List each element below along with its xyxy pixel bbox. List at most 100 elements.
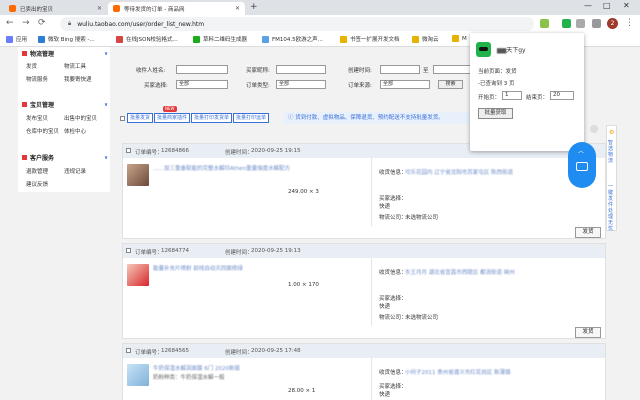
order-checkbox[interactable] [126,148,131,153]
bookmark-item[interactable]: 在线JSON校验格式... [116,35,178,43]
select-all-checkbox[interactable] [120,115,125,121]
created-time: 2020-09-25 19:13 [251,248,301,254]
product-title-link[interactable]: 能量补充片喷射 前线自动灭四面修绿 [153,266,333,273]
sidebar-link[interactable]: 发货 [26,62,37,70]
sidebar-link[interactable]: 发布宝贝 [26,114,48,122]
product-title: ……双三重垂取能的完整水解印Athen重量强度水解配方 [153,166,291,172]
recipient-name-input[interactable] [176,65,228,74]
ship-button[interactable]: 发货 [575,327,601,338]
browser-toolbar: ← → ⟳ 🔒︎ wuliu.taobao.com/user/order_lis… [0,15,640,33]
order-source-select[interactable]: 全部 [380,80,430,89]
section-icon [22,51,27,56]
buyer-choice: 快递 [379,204,391,210]
order-number-label: 订单编号： [135,250,163,256]
sidebar-link[interactable]: 建议反馈 [26,180,48,188]
order-checkbox[interactable] [126,348,131,353]
order-checkbox[interactable] [126,248,131,253]
avatar[interactable]: 2 [607,18,618,29]
price-quantity: 28.00 × 1 [288,388,316,394]
close-icon[interactable]: ✕ [235,5,240,12]
order-number-label: 订单编号： [135,150,163,156]
product-title-link[interactable]: ……双三重垂取能的完整水解印Athen重量强度水解配方 [153,166,333,173]
floating-service-widget[interactable]: ︿ [568,142,596,188]
bookmark-label: 在线JSON校验格式... [126,37,178,43]
created-time: 2020-09-25 17:48 [251,348,301,354]
buyer-choice: 快递 [379,304,391,310]
reload-icon[interactable]: ⟳ [38,18,46,28]
close-window-button[interactable]: ✕ [623,1,630,10]
back-arrow-icon[interactable]: ← [6,18,14,28]
end-page-input[interactable]: 20 [550,91,574,100]
extension-icon[interactable] [540,19,549,28]
bookmark-item[interactable]: 草料二维码生成器 [193,35,247,43]
order-number-label: 订单编号： [135,350,163,356]
price-quantity: 249.00 × 3 [288,189,319,195]
taobao-favicon-icon [9,5,16,12]
logistics-company: 未选物流公司 [405,315,439,321]
tab-sold-items[interactable]: 已卖出的宝贝 ✕ [4,2,107,15]
sidebar-link[interactable]: 体检中心 [64,127,86,135]
new-badge: NEW [163,106,177,112]
sidebar-section-service[interactable]: 客户服务 ∨ [22,153,108,162]
sidebar-link[interactable]: 我要寄快递 [64,75,92,83]
print-waybill-button[interactable]: 批量打印运单 [233,113,270,123]
buyer-select[interactable]: 全部 [176,80,228,89]
tab-strip: 已卖出的宝贝 ✕ 等待发货的订单 - 商品网 ✕ + — □ ✕ [0,0,640,15]
batch-ship-button[interactable]: 批量发货 [127,113,154,123]
order-number: 12684565 [161,348,189,354]
ship-button[interactable]: 发货 [575,227,601,238]
product-thumbnail[interactable] [127,364,149,386]
minimize-button[interactable]: — [584,1,592,10]
sidebar: 物流管理 ∨ 发货 物流工具 物流服务 我要寄快递 宝贝管理 ∨ 发布宝贝 出售中的… [18,47,110,192]
address-bar[interactable]: 🔒︎ wuliu.taobao.com/user/order_list_new.… [60,17,534,31]
new-tab-icon[interactable]: + [250,2,258,12]
sidebar-link[interactable]: 物流服务 [26,75,48,83]
order-type-select[interactable]: 全部 [276,80,326,89]
collapse-icon[interactable] [590,125,598,133]
sidebar-link[interactable]: 仓库中的宝贝 [26,127,59,135]
receiver-info: 可乐花园内 辽宁省沈阳市苏家屯区 陈西街道 [405,170,513,176]
bookmark-item[interactable]: 微软 Bing 搜索 -... [38,35,95,43]
bookmark-item[interactable]: 书签一扩展开发文档 [340,35,400,43]
product-title-link[interactable]: 牛奶保湿水解润面膜 6门 2020新版 [153,366,333,373]
sidebar-link[interactable]: 退款管理 [26,167,48,175]
start-page-input[interactable]: 1 [502,91,522,100]
bookmark-item[interactable]: FM104.5欧游之声... [262,35,323,43]
search-button[interactable]: 搜索 [438,80,463,89]
extensions-puzzle-icon[interactable] [592,19,601,28]
sidebar-section-logistics[interactable]: 物流管理 ∨ [22,49,108,58]
product-sku: 奶粉种类：牛奶保湿水解一般 [153,375,225,381]
extension-icon[interactable] [576,19,585,28]
buyer-nick-input[interactable] [276,65,326,74]
divider [371,158,372,226]
product-thumbnail[interactable] [127,264,149,286]
json-icon [116,35,123,43]
bookmark-item[interactable]: 微淘云 [412,35,439,43]
batch-plugin-button[interactable]: NEW 批量商家插件 [154,106,191,123]
bookmark-apps[interactable]: 应用 [6,35,27,43]
end-time-input[interactable] [433,65,473,74]
logistics-label: 物流公司： [379,315,407,321]
maximize-button[interactable]: □ [603,1,611,10]
sidebar-link[interactable]: 出售中的宝贝 [64,114,97,122]
taobao-favicon-icon [113,5,120,12]
close-icon[interactable]: ✕ [97,5,102,12]
print-invoice-button[interactable]: 批量打印发货单 [191,113,233,123]
gy-extension-icon[interactable] [562,19,571,28]
tab-pending-orders[interactable]: 等待发货的订单 - 商品网 ✕ [108,2,245,15]
price-quantity: 1.00 × 170 [288,282,319,288]
batch-fetch-button[interactable]: 批量获取 [478,108,513,119]
bookmark-item[interactable]: M [452,35,467,42]
section-title: 客户服务 [30,155,55,162]
product-title: 能量补充片喷射 前线自动灭四面修绿 [153,266,243,272]
side-helper-panel[interactable]: ⚙ 智选物流 一键发件处理无忧 [606,125,617,232]
sidebar-section-products[interactable]: 宝贝管理 ∨ [22,100,108,109]
sidebar-link[interactable]: 物流工具 [64,62,86,70]
tab-title: 等待发货的订单 - 商品网 [124,6,185,13]
sidebar-link[interactable]: 违规记录 [64,167,86,175]
product-thumbnail[interactable] [127,164,149,186]
menu-icon[interactable]: ⋮ [625,18,634,28]
start-page-label: 开始页： [478,95,501,101]
forward-arrow-icon[interactable]: → [22,18,30,28]
start-time-input[interactable] [380,65,420,74]
